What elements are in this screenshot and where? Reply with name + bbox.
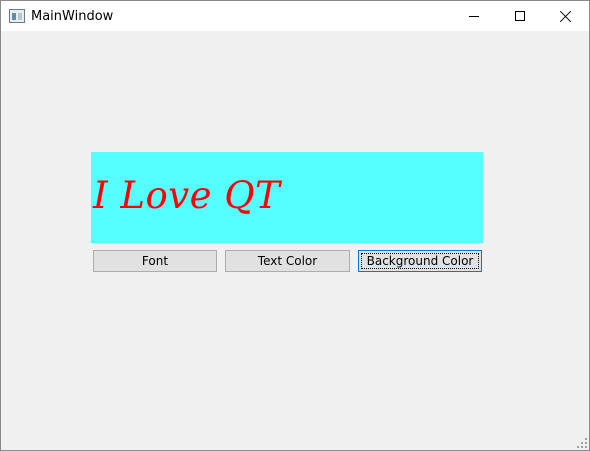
minimize-button[interactable]	[451, 1, 497, 31]
window-app-icon	[9, 9, 25, 23]
font-button[interactable]: Font	[93, 250, 217, 272]
font-button-label: Font	[141, 254, 169, 268]
background-color-button-label: Background Color	[366, 254, 474, 268]
minimize-icon	[469, 15, 479, 17]
size-grip-icon[interactable]	[577, 438, 587, 448]
close-icon	[560, 10, 572, 22]
close-button[interactable]	[543, 1, 589, 31]
central-widget: I Love QT Font Text Color Background Col…	[1, 31, 589, 450]
main-window: MainWindow I Love QT Font Text Color Bac…	[0, 0, 590, 451]
title-bar[interactable]: MainWindow	[1, 1, 589, 31]
window-title: MainWindow	[31, 9, 114, 24]
text-color-button-label: Text Color	[257, 254, 318, 268]
maximize-button[interactable]	[497, 1, 543, 31]
maximize-icon	[515, 11, 525, 21]
display-label: I Love QT	[91, 152, 483, 243]
text-color-button[interactable]: Text Color	[225, 250, 350, 272]
background-color-button[interactable]: Background Color	[358, 250, 482, 272]
